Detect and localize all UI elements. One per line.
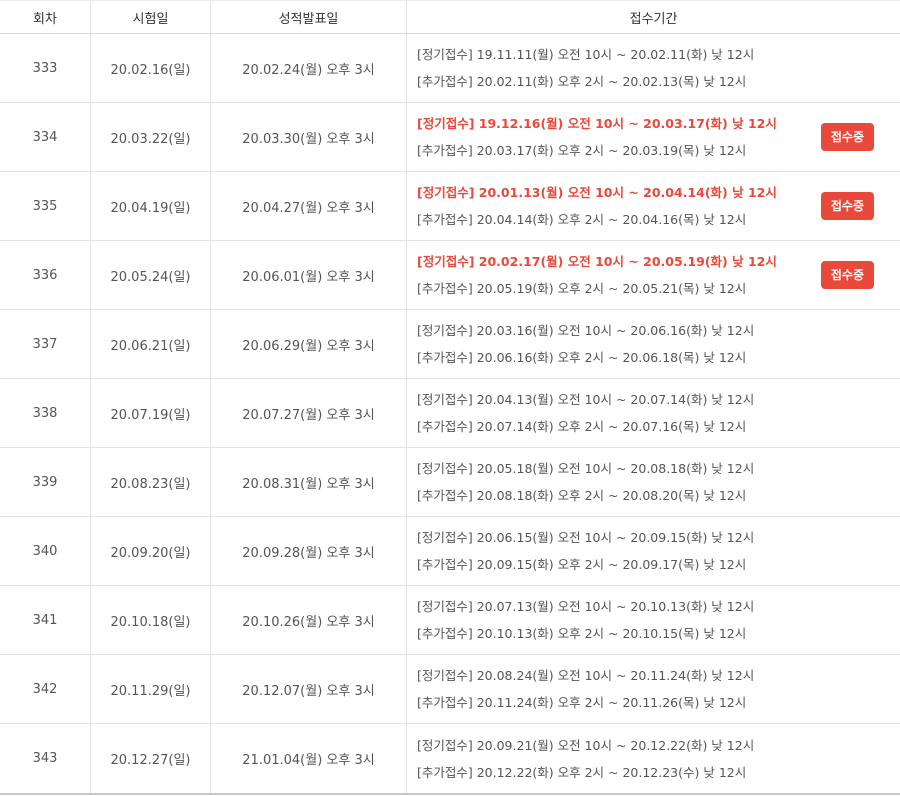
regular-registration: [정기접수] 20.05.18(월) 오전 10시 ~ 20.08.18(화) …	[417, 461, 755, 476]
result-date: 20.02.24(월) 오후 3시	[211, 34, 407, 102]
table-body: 333 20.02.16(일) 20.02.24(월) 오후 3시 [정기접수] 19…	[0, 34, 900, 793]
additional-registration: [추가접수] 20.05.19(화) 오후 2시 ~ 20.05.21(목) 낮…	[417, 281, 747, 296]
registration-open-badge[interactable]: 접수중	[820, 123, 874, 151]
regular-registration: [정기접수] 20.03.16(월) 오전 10시 ~ 20.06.16(화) …	[417, 323, 755, 338]
table-row: 337 20.06.21(일) 20.06.29(월) 오후 3시 [정기접수] 20…	[0, 310, 900, 379]
registration-open-badge[interactable]: 접수중	[820, 261, 874, 289]
round-number: 335	[0, 172, 91, 240]
result-date: 20.06.01(월) 오후 3시	[211, 241, 407, 309]
header-round: 회차	[0, 1, 91, 33]
round-number: 336	[0, 241, 91, 309]
round-number: 337	[0, 310, 91, 378]
registration-period: [정기접수] 20.06.15(월) 오전 10시 ~ 20.09.15(화) …	[407, 517, 900, 585]
table-row: 343 20.12.27(일) 21.01.04(월) 오후 3시 [정기접수] 20…	[0, 724, 900, 793]
round-number: 341	[0, 586, 91, 654]
result-date: 20.06.29(월) 오후 3시	[211, 310, 407, 378]
table-header: 회차 시험일 성적발표일 접수기간	[0, 0, 900, 34]
regular-registration: [정기접수] 20.07.13(월) 오전 10시 ~ 20.10.13(화) …	[417, 599, 755, 614]
table-row: 336 20.05.24(일) 20.06.01(월) 오후 3시 [정기접수] 20…	[0, 241, 900, 310]
header-exam-date: 시험일	[91, 1, 211, 33]
result-date: 20.07.27(월) 오후 3시	[211, 379, 407, 447]
exam-date: 20.03.22(일)	[91, 103, 211, 171]
table-row: 341 20.10.18(일) 20.10.26(월) 오후 3시 [정기접수] 20…	[0, 586, 900, 655]
regular-registration: [정기접수] 20.09.21(월) 오전 10시 ~ 20.12.22(화) …	[417, 737, 755, 753]
exam-date: 20.04.19(일)	[91, 172, 211, 240]
round-number: 340	[0, 517, 91, 585]
additional-registration: [추가접수] 20.06.16(화) 오후 2시 ~ 20.06.18(목) 낮…	[417, 350, 747, 365]
result-date: 20.03.30(월) 오후 3시	[211, 103, 407, 171]
result-date: 20.04.27(월) 오후 3시	[211, 172, 407, 240]
registration-period: [정기접수] 20.02.17(월) 오전 10시 ~ 20.05.19(화) …	[407, 241, 900, 309]
registration-lines: [정기접수] 20.02.17(월) 오전 10시 ~ 20.05.19(화) …	[417, 253, 777, 297]
header-registration-period: 접수기간	[629, 11, 678, 27]
additional-registration: [추가접수] 20.12.22(화) 오후 2시 ~ 20.12.23(수) 낮…	[417, 764, 747, 780]
round-number: 339	[0, 448, 91, 516]
table-row: 340 20.09.20(일) 20.09.28(월) 오후 3시 [정기접수] 20…	[0, 517, 900, 586]
registration-period: [정기접수] 20.08.24(월) 오전 10시 ~ 20.11.24(화) …	[407, 655, 900, 723]
registration-period: [정기접수] 20.05.18(월) 오전 10시 ~ 20.08.18(화) …	[407, 448, 900, 516]
exam-schedule-table: 회차 시험일 성적발표일 접수기간 333 20.02.16(일) 20.02.24…	[0, 0, 900, 795]
registration-lines: [정기접수] 20.06.15(월) 오전 10시 ~ 20.09.15(화) …	[417, 529, 754, 573]
registration-lines: [정기접수] 20.04.13(월) 오전 10시 ~ 20.07.14(화) …	[417, 391, 754, 435]
table-row: 339 20.08.23(일) 20.08.31(월) 오후 3시 [정기접수] 20…	[0, 448, 900, 517]
result-date: 20.10.26(월) 오후 3시	[211, 586, 407, 654]
additional-registration: [추가접수] 20.11.24(화) 오후 2시 ~ 20.11.26(목) 낮…	[417, 695, 747, 710]
exam-date: 20.08.23(일)	[91, 448, 211, 516]
round-number: 343	[0, 724, 91, 793]
exam-date: 20.10.18(일)	[91, 586, 211, 654]
table-row: 333 20.02.16(일) 20.02.24(월) 오후 3시 [정기접수] 19…	[0, 34, 900, 103]
registration-lines: [정기접수] 20.05.18(월) 오전 10시 ~ 20.08.18(화) …	[417, 460, 754, 504]
round-number: 342	[0, 655, 91, 723]
exam-date: 20.02.16(일)	[91, 34, 211, 102]
registration-lines: [정기접수] 20.08.24(월) 오전 10시 ~ 20.11.24(화) …	[417, 667, 754, 711]
registration-period: [정기접수] 19.12.16(월) 오전 10시 ~ 20.03.17(화) …	[407, 103, 900, 171]
regular-registration: [정기접수] 20.01.13(월) 오전 10시 ~ 20.04.14(화) …	[417, 185, 777, 200]
additional-registration: [추가접수] 20.08.18(화) 오후 2시 ~ 20.08.20(목) 낮…	[417, 488, 747, 503]
registration-period: [정기접수] 20.07.13(월) 오전 10시 ~ 20.10.13(화) …	[407, 586, 900, 654]
result-date: 21.01.04(월) 오후 3시	[211, 724, 407, 793]
registration-period: [정기접수] 20.09.21(월) 오전 10시 ~ 20.12.22(화) …	[407, 724, 900, 793]
round-number: 334	[0, 103, 91, 171]
regular-registration: [정기접수] 20.08.24(월) 오전 10시 ~ 20.11.24(화) …	[417, 668, 755, 683]
table-row: 334 20.03.22(일) 20.03.30(월) 오후 3시 [정기접수] 19…	[0, 103, 900, 172]
regular-registration: [정기접수] 19.12.16(월) 오전 10시 ~ 20.03.17(화) …	[417, 116, 777, 131]
registration-lines: [정기접수] 20.09.21(월) 오전 10시 ~ 20.12.22(화) …	[417, 737, 754, 781]
table-row: 338 20.07.19(일) 20.07.27(월) 오후 3시 [정기접수] 20…	[0, 379, 900, 448]
header-result-date: 성적발표일	[211, 1, 407, 33]
registration-lines: [정기접수] 20.01.13(월) 오전 10시 ~ 20.04.14(화) …	[417, 184, 777, 228]
registration-lines: [정기접수] 19.12.16(월) 오전 10시 ~ 20.03.17(화) …	[417, 115, 777, 159]
additional-registration: [추가접수] 20.09.15(화) 오후 2시 ~ 20.09.17(목) 낮…	[417, 557, 747, 572]
regular-registration: [정기접수] 20.06.15(월) 오전 10시 ~ 20.09.15(화) …	[417, 530, 755, 545]
round-number: 333	[0, 34, 91, 102]
additional-registration: [추가접수] 20.07.14(화) 오후 2시 ~ 20.07.16(목) 낮…	[417, 419, 747, 434]
table-row: 335 20.04.19(일) 20.04.27(월) 오후 3시 [정기접수] 20…	[0, 172, 900, 241]
additional-registration: [추가접수] 20.03.17(화) 오후 2시 ~ 20.03.19(목) 낮…	[417, 143, 747, 158]
registration-open-badge[interactable]: 접수중	[820, 192, 874, 220]
exam-date: 20.06.21(일)	[91, 310, 211, 378]
round-number: 338	[0, 379, 91, 447]
exam-date: 20.07.19(일)	[91, 379, 211, 447]
registration-period: [정기접수] 20.03.16(월) 오전 10시 ~ 20.06.16(화) …	[407, 310, 900, 378]
registration-lines: [정기접수] 20.07.13(월) 오전 10시 ~ 20.10.13(화) …	[417, 598, 754, 642]
result-date: 20.12.07(월) 오후 3시	[211, 655, 407, 723]
registration-lines: [정기접수] 19.11.11(월) 오전 10시 ~ 20.02.11(화) …	[417, 46, 754, 90]
result-date: 20.08.31(월) 오후 3시	[211, 448, 407, 516]
result-date: 20.09.28(월) 오후 3시	[211, 517, 407, 585]
exam-date: 20.05.24(일)	[91, 241, 211, 309]
registration-lines: [정기접수] 20.03.16(월) 오전 10시 ~ 20.06.16(화) …	[417, 322, 754, 366]
registration-period: [정기접수] 20.01.13(월) 오전 10시 ~ 20.04.14(화) …	[407, 172, 900, 240]
registration-period: [정기접수] 20.04.13(월) 오전 10시 ~ 20.07.14(화) …	[407, 379, 900, 447]
regular-registration: [정기접수] 20.04.13(월) 오전 10시 ~ 20.07.14(화) …	[417, 392, 755, 407]
regular-registration: [정기접수] 19.11.11(월) 오전 10시 ~ 20.02.11(화) …	[417, 47, 755, 62]
registration-period: [정기접수] 19.11.11(월) 오전 10시 ~ 20.02.11(화) …	[407, 34, 900, 102]
additional-registration: [추가접수] 20.02.11(화) 오후 2시 ~ 20.02.13(목) 낮…	[417, 74, 747, 89]
table-row: 342 20.11.29(일) 20.12.07(월) 오후 3시 [정기접수] 20…	[0, 655, 900, 724]
exam-date: 20.12.27(일)	[91, 724, 211, 793]
regular-registration: [정기접수] 20.02.17(월) 오전 10시 ~ 20.05.19(화) …	[417, 254, 777, 269]
additional-registration: [추가접수] 20.04.14(화) 오후 2시 ~ 20.04.16(목) 낮…	[417, 212, 747, 227]
additional-registration: [추가접수] 20.10.13(화) 오후 2시 ~ 20.10.15(목) 낮…	[417, 626, 747, 641]
exam-date: 20.11.29(일)	[91, 655, 211, 723]
exam-date: 20.09.20(일)	[91, 517, 211, 585]
